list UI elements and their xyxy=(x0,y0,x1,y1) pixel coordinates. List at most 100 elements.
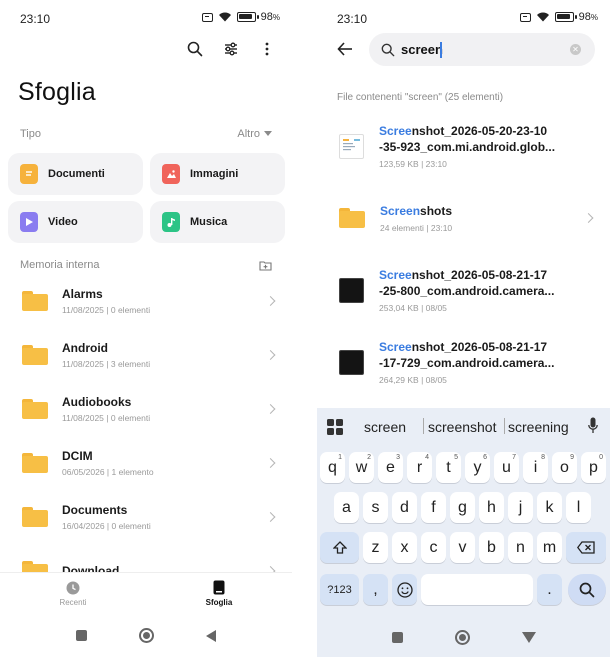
folder-row-alarms[interactable]: Alarms 11/08/2025 | 0 elementi xyxy=(0,274,292,328)
recents-nav-button[interactable] xyxy=(76,630,87,641)
key-i[interactable]: i8 xyxy=(523,452,548,483)
search-bar[interactable]: ✕ xyxy=(369,33,595,66)
category-music[interactable]: Musica xyxy=(150,201,285,243)
microphone-icon[interactable] xyxy=(588,417,598,435)
search-input[interactable] xyxy=(401,42,443,57)
key-g[interactable]: g xyxy=(450,492,475,523)
recents-nav-button[interactable] xyxy=(391,632,403,643)
more-types-button[interactable]: Altro xyxy=(237,128,272,140)
key-t[interactable]: t5 xyxy=(436,452,461,483)
key-u[interactable]: u7 xyxy=(494,452,519,483)
back-nav-button[interactable] xyxy=(206,629,216,642)
folder-icon xyxy=(22,345,48,365)
space-key[interactable] xyxy=(421,574,533,605)
search-icon xyxy=(579,582,595,597)
symbols-key[interactable]: ?123 xyxy=(320,574,359,605)
folder-meta: 16/04/2026 | 0 elementi xyxy=(62,521,151,531)
key-h[interactable]: h xyxy=(479,492,504,523)
clear-search-button[interactable]: ✕ xyxy=(570,44,581,55)
suggestion-3[interactable]: screening xyxy=(508,419,569,435)
result-item[interactable]: Screenshot_2026-05-08-21-17 -17-729_com.… xyxy=(317,326,610,398)
on-screen-keyboard: screen screenshot screening q1 w2 e3 r4 … xyxy=(317,408,610,657)
type-section-header: Tipo Altro xyxy=(20,128,272,140)
key-f[interactable]: f xyxy=(421,492,446,523)
key-v[interactable]: v xyxy=(450,532,475,563)
result-item[interactable]: Screenshot_2026-05-08-21-17 -25-800_com.… xyxy=(317,254,610,326)
results-header: File contenenti "screen" (25 elementi) xyxy=(337,92,504,103)
home-nav-button[interactable] xyxy=(139,628,154,643)
comma-key[interactable]: , xyxy=(363,574,388,605)
result-meta: 253,04 KB | 08/05 xyxy=(379,302,447,313)
key-a[interactable]: a xyxy=(334,492,359,523)
chevron-right-icon xyxy=(583,213,594,223)
key-l[interactable]: l xyxy=(566,492,591,523)
key-k[interactable]: k xyxy=(537,492,562,523)
backspace-icon xyxy=(577,541,595,554)
result-name-line2: -35-923_com.mi.android.glob... xyxy=(379,139,556,154)
key-m[interactable]: m xyxy=(537,532,562,563)
search-screen: 23:10 98% ✕ File contenenti "screen" (25… xyxy=(317,0,610,657)
folder-meta: 11/08/2025 | 0 elementi xyxy=(62,305,151,315)
key-w[interactable]: w2 xyxy=(349,452,374,483)
result-name-line2: -17-729_com.android.camera... xyxy=(379,355,555,370)
apps-grid-icon[interactable] xyxy=(327,419,343,435)
backspace-key[interactable] xyxy=(566,532,606,563)
video-icon xyxy=(20,212,38,232)
battery-level: 98% xyxy=(578,11,598,23)
new-folder-icon[interactable] xyxy=(259,260,272,271)
category-images[interactable]: Immagini xyxy=(150,153,285,195)
key-r[interactable]: r4 xyxy=(407,452,432,483)
period-key[interactable]: . xyxy=(537,574,562,605)
back-arrow-icon[interactable] xyxy=(337,42,353,56)
key-e[interactable]: e3 xyxy=(378,452,403,483)
tab-recent[interactable]: Recenti xyxy=(0,573,146,614)
folder-row-android[interactable]: Android 11/08/2025 | 3 elementi xyxy=(0,328,292,382)
battery-icon xyxy=(236,12,259,22)
folder-row-audiobooks[interactable]: Audiobooks 11/08/2025 | 0 elementi xyxy=(0,382,292,436)
keyboard-row-1: q1 w2 e3 r4 t5 y6 u7 i8 o9 p0 xyxy=(317,452,610,492)
key-s[interactable]: s xyxy=(363,492,388,523)
status-bar: 23:10 98% xyxy=(317,0,610,36)
key-p[interactable]: p0 xyxy=(581,452,606,483)
shift-icon xyxy=(332,541,347,554)
hide-keyboard-button[interactable] xyxy=(521,632,536,643)
result-item-folder[interactable]: Screenshots 24 elementi | 23:10 xyxy=(317,182,610,254)
key-y[interactable]: y6 xyxy=(465,452,490,483)
emoji-icon xyxy=(396,581,413,598)
filter-icon[interactable] xyxy=(222,40,240,58)
key-j[interactable]: j xyxy=(508,492,533,523)
tab-browse[interactable]: Sfoglia xyxy=(146,573,292,614)
emoji-key[interactable] xyxy=(392,574,417,605)
key-c[interactable]: c xyxy=(421,532,446,563)
folder-name: Documents xyxy=(62,503,128,517)
search-icon xyxy=(381,43,395,56)
suggestion-1[interactable]: screen xyxy=(364,419,406,435)
search-icon[interactable] xyxy=(186,40,204,58)
chevron-right-icon xyxy=(265,458,276,468)
shift-key[interactable] xyxy=(320,532,359,563)
search-key[interactable] xyxy=(568,574,606,605)
key-o[interactable]: o9 xyxy=(552,452,577,483)
key-q[interactable]: q1 xyxy=(320,452,345,483)
result-meta: 123,59 KB | 23:10 xyxy=(379,158,447,169)
key-n[interactable]: n xyxy=(508,532,533,563)
system-nav-bar xyxy=(0,614,292,657)
category-documents[interactable]: Documenti xyxy=(8,153,143,195)
chevron-right-icon xyxy=(265,512,276,522)
home-nav-button[interactable] xyxy=(454,630,470,645)
keyboard-row-4: ?123 , . xyxy=(317,574,610,614)
more-options-icon[interactable] xyxy=(258,40,276,58)
folder-row-documents[interactable]: Documents 16/04/2026 | 0 elementi xyxy=(0,490,292,544)
cast-icon xyxy=(519,12,531,22)
key-b[interactable]: b xyxy=(479,532,504,563)
category-video[interactable]: Video xyxy=(8,201,143,243)
wifi-icon xyxy=(218,12,231,22)
key-d[interactable]: d xyxy=(392,492,417,523)
result-meta: 264,29 KB | 08/05 xyxy=(379,374,447,385)
result-item[interactable]: Screenshot_2026-05-20-23-10 -35-923_com.… xyxy=(317,110,610,182)
suggestion-2[interactable]: screenshot xyxy=(428,419,496,435)
key-z[interactable]: z xyxy=(363,532,388,563)
folder-row-dcim[interactable]: DCIM 06/05/2026 | 1 elemento xyxy=(0,436,292,490)
key-x[interactable]: x xyxy=(392,532,417,563)
browse-screen: 23:10 98% Sfoglia Tipo Altro Documenti I… xyxy=(0,0,292,657)
